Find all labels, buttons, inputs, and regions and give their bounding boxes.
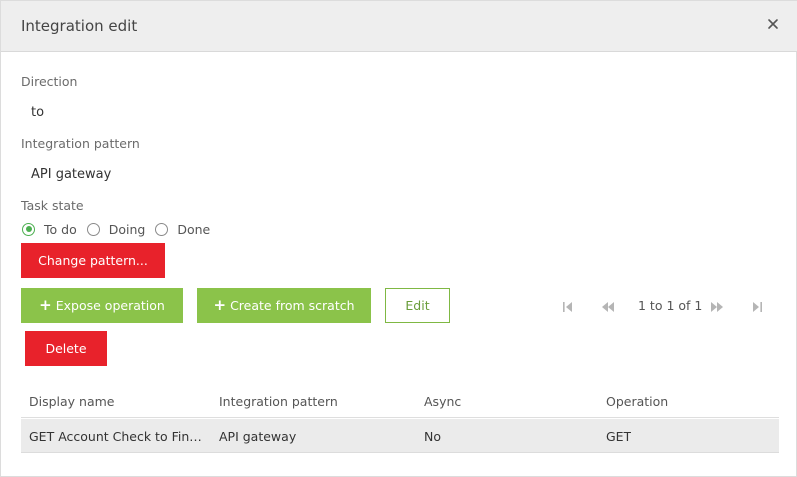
task-state-radio-group: To do Doing Done — [22, 221, 220, 237]
direction-label: Direction — [21, 74, 78, 89]
column-header-operation[interactable]: Operation — [606, 394, 668, 409]
cell-operation: GET — [606, 429, 632, 444]
pagination-text: 1 to 1 of 1 — [638, 298, 703, 313]
cell-async: No — [424, 429, 441, 444]
last-page-icon[interactable] — [750, 300, 764, 314]
cell-integration-pattern: API gateway — [219, 429, 297, 444]
close-icon[interactable] — [763, 14, 783, 34]
task-state-todo-label: To do — [44, 221, 77, 237]
task-state-todo-radio[interactable]: To do — [22, 222, 77, 237]
change-pattern-button[interactable]: Change pattern... — [21, 243, 165, 278]
next-page-icon[interactable] — [709, 300, 725, 314]
first-page-icon[interactable] — [561, 300, 575, 314]
column-header-async[interactable]: Async — [424, 394, 461, 409]
direction-value: to — [31, 105, 45, 120]
dialog-header: Integration edit — [1, 1, 797, 52]
edit-label: Edit — [405, 298, 430, 313]
delete-label: Delete — [45, 341, 87, 356]
dialog-title: Integration edit — [21, 17, 138, 35]
previous-page-icon[interactable] — [600, 300, 616, 314]
edit-button[interactable]: Edit — [385, 288, 450, 323]
task-state-doing-label: Doing — [108, 221, 146, 237]
delete-button[interactable]: Delete — [25, 331, 107, 366]
integration-pattern-value: API gateway — [31, 167, 112, 182]
column-header-integration-pattern[interactable]: Integration pattern — [219, 394, 338, 409]
plus-icon: + — [39, 296, 52, 314]
create-from-scratch-label: Create from scratch — [230, 298, 355, 313]
task-state-done-radio[interactable]: Done — [155, 222, 210, 237]
create-from-scratch-button[interactable]: + Create from scratch — [197, 288, 371, 323]
expose-operation-label: Expose operation — [55, 298, 165, 313]
radio-unchecked-icon — [86, 222, 100, 236]
task-state-doing-radio[interactable]: Doing — [86, 221, 146, 237]
table-header: Display name Integration pattern Async O… — [21, 391, 779, 418]
integration-pattern-label: Integration pattern — [21, 136, 140, 151]
task-state-done-label: Done — [177, 221, 211, 237]
integration-edit-dialog: Integration edit Direction to Integratio… — [0, 0, 797, 477]
table-row[interactable]: GET Account Check to Fina... API gateway… — [21, 419, 779, 453]
task-state-label: Task state — [21, 198, 84, 213]
plus-icon: + — [213, 296, 227, 314]
radio-unchecked-icon — [155, 222, 169, 236]
column-header-display-name[interactable]: Display name — [29, 394, 115, 409]
expose-operation-button[interactable]: + Expose operation — [21, 288, 183, 323]
radio-checked-icon — [22, 222, 35, 236]
cell-display-name: GET Account Check to Fina... — [29, 429, 205, 444]
change-pattern-label: Change pattern... — [38, 253, 148, 268]
